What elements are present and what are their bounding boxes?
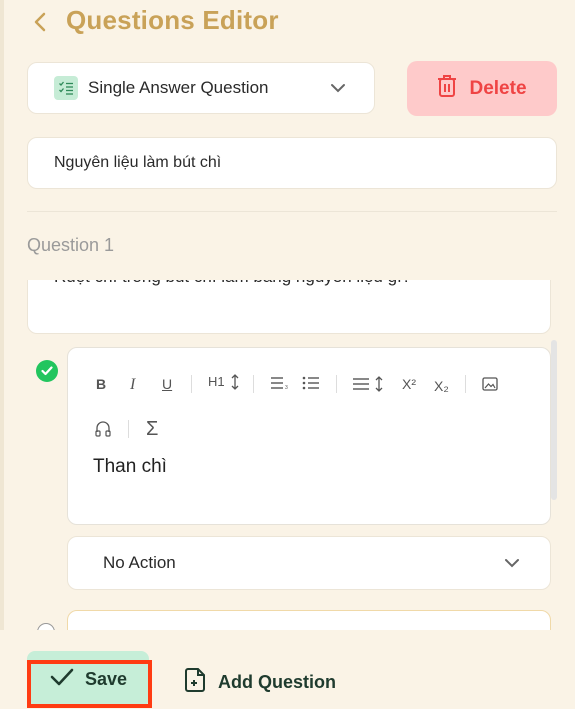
trash-icon [437, 74, 457, 103]
question-type-select[interactable]: Single Answer Question [27, 62, 375, 114]
answer-text[interactable]: Than chì [93, 456, 167, 478]
chevron-down-icon [330, 81, 346, 99]
toolbar-separator [465, 375, 466, 393]
header: Questions Editor [28, 0, 279, 40]
add-file-icon [184, 667, 206, 698]
underline-button[interactable]: U [162, 376, 172, 392]
toolbar-separator [128, 420, 129, 438]
answer-editor-2[interactable] [67, 610, 551, 630]
checklist-icon [54, 76, 78, 100]
question-scroll-area[interactable]: Ruột chì trong bút chì làm bằng nguyên l… [0, 280, 575, 630]
toolbar-separator [191, 375, 192, 393]
question-label: Question 1 [27, 235, 115, 255]
toolbar-separator [336, 375, 337, 393]
bold-button[interactable]: B [96, 376, 106, 392]
answer-editor[interactable]: B I U H1 3 X² X₂ Σ Than chì [67, 347, 551, 525]
questions-editor-panel: Questions Editor Single Answer Question [0, 0, 575, 709]
back-chevron-icon[interactable] [28, 10, 52, 34]
quiz-name-field[interactable]: Nguyên liệu làm bút chì [27, 137, 557, 189]
subscript-button[interactable]: X₂ [434, 378, 449, 394]
ordered-list-icon[interactable]: 3 [271, 376, 289, 390]
formula-button[interactable]: Σ [146, 418, 158, 441]
action-label: No Action [103, 553, 176, 572]
add-question-label: Add Question [218, 671, 336, 692]
scrollbar[interactable] [551, 340, 557, 500]
svg-text:3: 3 [285, 385, 288, 390]
heading-button[interactable]: H1 [208, 374, 225, 389]
question-text-field[interactable]: Ruột chì trong bút chì làm bằng nguyên l… [27, 280, 551, 334]
correct-check-icon[interactable] [36, 360, 58, 382]
toolbar-separator [253, 375, 254, 393]
question-type-label: Single Answer Question [88, 78, 269, 97]
heading-size-icon[interactable] [230, 374, 240, 390]
bullet-list-icon[interactable] [302, 376, 320, 390]
superscript-button[interactable]: X² [402, 376, 416, 392]
chevron-down-icon [504, 556, 520, 574]
answer-radio[interactable] [37, 623, 55, 630]
delete-label: Delete [469, 77, 527, 99]
add-question-button[interactable]: Add Question [184, 664, 336, 700]
line-height-icon[interactable] [353, 376, 387, 392]
audio-icon[interactable] [94, 420, 112, 438]
save-highlight-box [27, 660, 152, 708]
image-icon[interactable] [482, 376, 498, 392]
delete-button[interactable]: Delete [407, 61, 557, 116]
divider [27, 211, 557, 212]
answer-action-select[interactable]: No Action [67, 536, 551, 590]
italic-button[interactable]: I [130, 376, 135, 394]
page-title: Questions Editor [66, 4, 279, 35]
